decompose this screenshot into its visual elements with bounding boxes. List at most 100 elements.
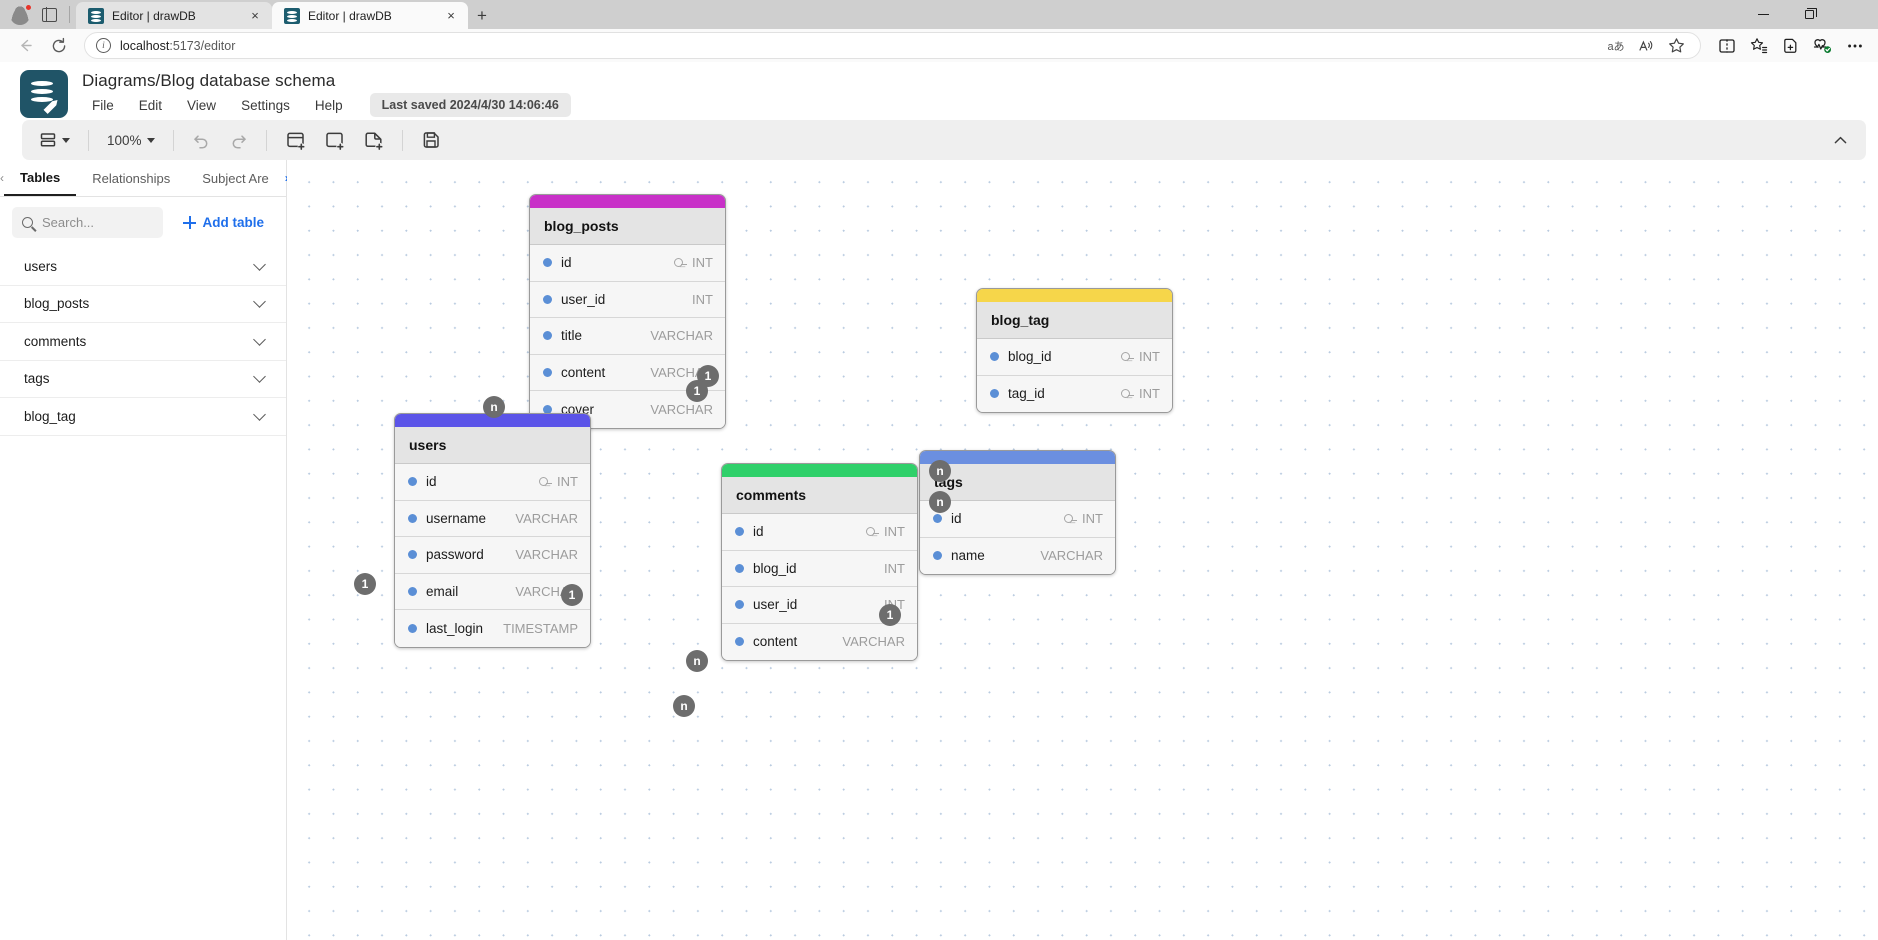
table-field-row[interactable]: blog_id INT (722, 550, 917, 587)
chevron-down-icon (253, 332, 266, 346)
window-close-button[interactable] (1832, 0, 1878, 29)
table-field-row[interactable]: id INT (722, 514, 917, 551)
table-name-label: blog_tag (24, 408, 76, 424)
window-restore-button[interactable] (1786, 0, 1832, 29)
drawdb-favicon (284, 7, 300, 24)
table-field-row[interactable]: username VARCHAR (395, 500, 590, 537)
back-button[interactable] (10, 32, 40, 60)
url-host: localhost (120, 38, 170, 53)
menu-file[interactable]: File (82, 95, 124, 116)
table-color-strip (920, 451, 1115, 464)
field-name: password (426, 547, 484, 563)
split-screen-icon[interactable] (1711, 32, 1742, 60)
avatar-notification-dot (25, 3, 32, 11)
table-field-row[interactable]: id INT (530, 245, 725, 282)
address-bar[interactable]: localhost:5173/editor aあ (84, 32, 1701, 59)
table-field-row[interactable]: title VARCHAR (530, 318, 725, 355)
table-field-row[interactable]: name VARCHAR (920, 537, 1115, 574)
settings-and-more-icon[interactable] (1839, 32, 1870, 60)
field-dot-icon (990, 389, 999, 399)
sidebar-tab-relationships[interactable]: Relationships (76, 160, 186, 196)
browser-toolbar-actions (1711, 32, 1870, 60)
field-type-label: INT (557, 474, 578, 490)
add-table-label: Add table (202, 215, 264, 230)
diagram-table-comments[interactable]: comments id INT blog_id INT user_id INT (721, 463, 918, 661)
add-subject-area-button[interactable] (317, 125, 352, 155)
field-name: email (426, 583, 459, 599)
sidebar-table-comments[interactable]: comments (0, 323, 286, 361)
add-note-button[interactable] (356, 125, 391, 155)
new-tab-button[interactable]: + (468, 2, 496, 29)
browser-tab-1-close-icon[interactable]: × (247, 8, 263, 24)
table-field-row[interactable]: blog_id INT (977, 339, 1172, 376)
back-arrow-icon (20, 39, 32, 52)
table-field-row[interactable]: user_id INT (530, 281, 725, 318)
collapse-toolbar-button[interactable] (1825, 125, 1856, 155)
browser-tab-2-close-icon[interactable]: × (443, 8, 459, 24)
collections-icon[interactable] (1743, 32, 1774, 60)
profile-zone (0, 0, 76, 29)
page-title[interactable]: Diagrams/Blog database schema (82, 71, 571, 91)
field-name: id (426, 474, 437, 490)
sidebar-tab-tables[interactable]: Tables (4, 160, 77, 196)
zoom-select-button[interactable]: 100% (100, 125, 162, 155)
diagram-table-blog_tag[interactable]: blog_tag blog_id INT tag_id INT (976, 288, 1173, 413)
primary-key-icon (674, 257, 688, 268)
table-title: comments (722, 477, 917, 514)
undo-button[interactable] (185, 125, 218, 155)
search-input[interactable] (42, 215, 154, 230)
search-box[interactable] (12, 207, 164, 238)
chevron-down-icon (253, 295, 266, 309)
menu-settings[interactable]: Settings (231, 95, 300, 116)
search-icon (22, 217, 33, 228)
table-field-row[interactable]: password VARCHAR (395, 537, 590, 574)
field-type-label: VARCHAR (515, 547, 578, 563)
table-field-row[interactable]: tag_id INT (977, 375, 1172, 412)
sidebar-table-blog_posts[interactable]: blog_posts (0, 286, 286, 323)
table-field-row[interactable]: last_login TIMESTAMP (395, 610, 590, 647)
redo-button[interactable] (222, 125, 255, 155)
toolbar-divider (172, 129, 174, 151)
cardinality-badge: 1 (354, 573, 376, 595)
save-button[interactable] (414, 125, 448, 155)
sidebar-table-tags[interactable]: tags (0, 361, 286, 398)
browser-essentials-icon[interactable] (1807, 32, 1838, 60)
translate-icon[interactable]: aあ (1602, 33, 1630, 59)
site-info-icon[interactable] (96, 38, 111, 53)
url-path: :5173/editor (169, 38, 236, 53)
avatar[interactable] (10, 3, 32, 25)
diagram-table-users[interactable]: users id INT username VARCHAR password V… (394, 413, 591, 648)
zoom-level-label: 100% (107, 132, 142, 148)
field-name: blog_id (1008, 349, 1052, 365)
browser-tab-2[interactable]: Editor | drawDB × (272, 2, 468, 29)
menu-edit[interactable]: Edit (129, 95, 172, 116)
redo-icon (232, 134, 246, 149)
menu-view[interactable]: View (177, 95, 226, 116)
editor-body: ‹ Tables Relationships Subject Are › Add… (0, 160, 1878, 940)
add-table-toolbar-button[interactable] (278, 125, 313, 155)
browser-tab-1[interactable]: Editor | drawDB × (76, 2, 272, 29)
sidebar-table-users[interactable]: users (0, 248, 286, 286)
chevron-up-icon (1834, 136, 1847, 143)
field-type: INT (539, 474, 578, 489)
sidebar-tab-subject-areas[interactable]: Subject Are (186, 160, 285, 196)
add-table-button[interactable]: Add table (173, 209, 274, 236)
field-dot-icon (408, 550, 417, 560)
favorite-star-icon[interactable] (1662, 33, 1690, 59)
diagram-canvas[interactable]: blog_posts id INT user_id INT title VARC… (287, 160, 1878, 940)
layout-select-button[interactable] (32, 125, 77, 155)
table-field-row[interactable]: content VARCHAR (722, 623, 917, 660)
read-aloud-icon[interactable] (1632, 33, 1660, 59)
database-stack-icon (31, 81, 53, 86)
menu-help[interactable]: Help (305, 95, 353, 116)
cardinality-badge: n (673, 695, 695, 717)
reload-button[interactable] (44, 32, 74, 60)
sidebar-table-blog_tag[interactable]: blog_tag (0, 398, 286, 436)
table-field-row[interactable]: id INT (395, 464, 590, 501)
cardinality-badge: 1 (561, 584, 583, 606)
window-minimize-button[interactable] (1740, 0, 1786, 29)
drawdb-logo-icon[interactable] (20, 70, 68, 118)
add-to-collection-icon[interactable] (1775, 32, 1806, 60)
tab-search-icon[interactable] (42, 6, 57, 23)
last-saved-badge: Last saved 2024/4/30 14:06:46 (369, 93, 571, 117)
